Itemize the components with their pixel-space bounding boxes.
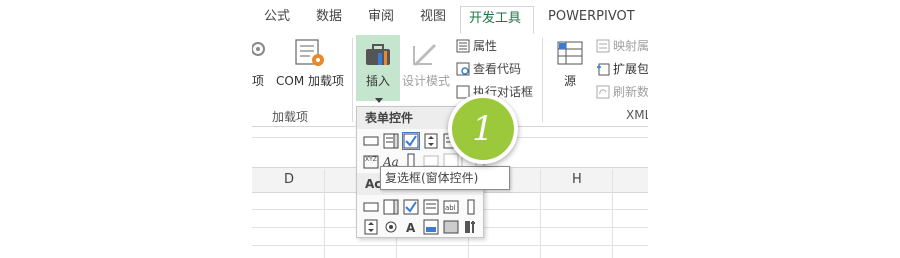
activex-toggle-button-icon[interactable] bbox=[443, 219, 459, 235]
addins-button-label[interactable]: 项 bbox=[252, 72, 264, 89]
toolbox-icon bbox=[364, 41, 394, 69]
refresh-data-icon bbox=[596, 85, 610, 99]
xml-group-label: XML bbox=[626, 108, 648, 122]
map-properties-button[interactable]: 映射属 bbox=[596, 37, 648, 55]
activex-text-box-icon[interactable]: abl bbox=[443, 199, 459, 215]
column-header-d[interactable]: D bbox=[284, 172, 294, 187]
tooltip: 复选框(窗体控件) bbox=[380, 166, 510, 190]
com-addins-button[interactable]: COM 加载项 bbox=[276, 72, 344, 89]
addins-group-label: 加载项 bbox=[272, 110, 309, 124]
excel-window-crop: 公式 数据 审阅 视图 开发工具 POWERPIVOT 项 COM 加载项 加载… bbox=[252, 0, 648, 258]
view-code-label: 查看代码 bbox=[473, 62, 522, 76]
activex-image-icon[interactable] bbox=[423, 219, 439, 235]
group-separator bbox=[542, 38, 543, 122]
ribbon-tab-strip: 公式 数据 审阅 视图 开发工具 POWERPIVOT bbox=[252, 0, 648, 35]
form-button-control-icon[interactable] bbox=[363, 133, 379, 149]
properties-label: 属性 bbox=[473, 39, 498, 53]
design-mode-button[interactable]: 设计模式 bbox=[402, 72, 450, 89]
activex-label-icon[interactable]: A bbox=[403, 219, 419, 235]
activex-option-button-icon[interactable] bbox=[383, 219, 399, 235]
activex-button-icon[interactable] bbox=[363, 199, 379, 215]
row-gridline bbox=[252, 245, 648, 246]
properties-icon bbox=[456, 39, 470, 53]
tab-data[interactable]: 数据 bbox=[316, 7, 342, 27]
form-spin-button-icon[interactable] bbox=[423, 133, 439, 149]
column-header-h[interactable]: H bbox=[572, 172, 582, 187]
activex-spin-button-icon[interactable] bbox=[363, 219, 379, 235]
activex-scroll-bar-icon[interactable] bbox=[463, 199, 479, 215]
activex-checkbox-icon[interactable] bbox=[403, 199, 419, 215]
tab-powerpivot[interactable]: POWERPIVOT bbox=[548, 7, 635, 27]
chevron-down-icon bbox=[375, 89, 383, 103]
refresh-data-label: 刷新数 bbox=[613, 85, 648, 99]
tab-formulas[interactable]: 公式 bbox=[264, 7, 290, 27]
svg-text:XYZ: XYZ bbox=[365, 156, 377, 163]
xml-source-icon bbox=[556, 40, 586, 68]
xml-source-button[interactable]: 源 bbox=[564, 72, 576, 89]
view-code-icon bbox=[456, 62, 470, 76]
svg-text:abl: abl bbox=[445, 204, 456, 212]
gear-icon bbox=[252, 38, 268, 60]
tab-view[interactable]: 视图 bbox=[420, 7, 446, 27]
com-addins-icon bbox=[294, 38, 326, 68]
form-combo-box-icon[interactable] bbox=[383, 133, 399, 149]
expansion-packs-label: 扩展包 bbox=[613, 62, 648, 76]
expansion-packs-icon bbox=[596, 62, 610, 76]
group-separator bbox=[352, 38, 353, 122]
svg-text:A: A bbox=[406, 221, 416, 235]
map-properties-icon bbox=[596, 39, 610, 53]
activex-list-box-icon[interactable] bbox=[423, 199, 439, 215]
insert-label: 插入 bbox=[366, 74, 391, 88]
activex-combo-box-icon[interactable] bbox=[383, 199, 399, 215]
view-code-button[interactable]: 查看代码 bbox=[456, 60, 521, 78]
form-group-box-icon[interactable]: XYZ bbox=[363, 153, 379, 169]
properties-button[interactable]: 属性 bbox=[456, 37, 497, 55]
step-callout-badge: 1 bbox=[448, 94, 518, 164]
insert-controls-button[interactable]: 插入 bbox=[356, 35, 400, 103]
tab-developer[interactable]: 开发工具 bbox=[460, 6, 534, 34]
expansion-packs-button[interactable]: 扩展包 bbox=[596, 60, 648, 78]
tab-review[interactable]: 审阅 bbox=[368, 7, 394, 27]
map-properties-label: 映射属 bbox=[613, 39, 648, 53]
activex-more-controls-icon[interactable] bbox=[463, 219, 479, 235]
form-checkbox-icon[interactable] bbox=[402, 132, 420, 150]
design-mode-icon bbox=[410, 40, 440, 68]
refresh-data-button[interactable]: 刷新数 bbox=[596, 83, 648, 101]
